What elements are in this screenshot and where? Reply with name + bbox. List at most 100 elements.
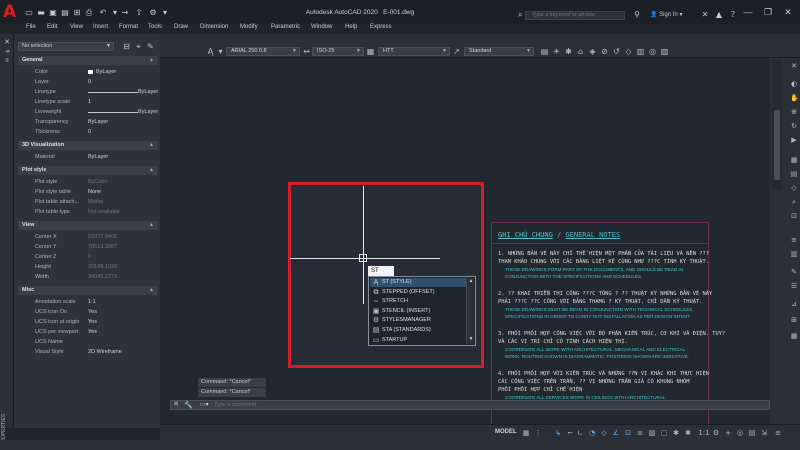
property-row[interactable]: Lineweight ByLayer <box>18 107 158 117</box>
command-input[interactable] <box>214 401 514 409</box>
close-window-icon[interactable]: ✕ <box>780 6 796 18</box>
layer-previous-icon[interactable]: ↺ <box>612 47 621 56</box>
table-icon[interactable]: ▦ <box>790 332 798 340</box>
lightbulb-icon[interactable]: ☀ <box>552 47 561 56</box>
share-icon[interactable]: ⇧ <box>134 9 144 17</box>
layer-off-icon[interactable]: ◎ <box>648 47 657 56</box>
property-row[interactable]: Center Z 0 <box>18 252 158 262</box>
properties-icon[interactable]: ☰ <box>790 282 798 290</box>
viewcube-icon[interactable]: ◇ <box>790 184 798 192</box>
autocomplete-scrollbar[interactable]: ▲ ▼ <box>466 278 474 344</box>
text-style-icon[interactable]: Ą <box>206 47 215 56</box>
collapse-icon[interactable]: ▲ <box>149 166 154 175</box>
annotate-icon[interactable]: ✎ <box>790 268 798 276</box>
menu-modify[interactable]: Modify <box>240 24 258 30</box>
autocad-logo-icon[interactable]: A <box>3 2 21 22</box>
dynamic-input-icon[interactable]: ⌐ <box>566 429 574 437</box>
customize-menu-icon[interactable]: ≡ <box>774 429 782 437</box>
property-row[interactable]: Material ByLayer <box>18 152 158 162</box>
property-row[interactable]: Center X 50077.9405 <box>18 232 158 242</box>
autocomplete-item[interactable]: ⧉ STEPPED (OFFSET) <box>370 288 466 297</box>
mleader-style-icon[interactable]: ↗ <box>452 47 461 56</box>
section-header-view[interactable]: View ▲ <box>18 221 158 230</box>
property-row[interactable]: Thickness 0 <box>18 127 158 137</box>
autocomplete-item[interactable]: ▭ STARTUP <box>370 336 466 345</box>
view-list-icon[interactable]: ≡ <box>790 236 798 244</box>
layer-state-icon[interactable]: ▥ <box>636 47 645 56</box>
layer-match-icon[interactable]: ⊘ <box>600 47 609 56</box>
menu-help[interactable]: Help <box>345 24 357 30</box>
layer-lock-icon[interactable]: ⌂ <box>576 47 585 56</box>
close-palette-icon[interactable]: ✕ <box>2 38 12 46</box>
dim-style-select[interactable]: ISO-25 ▼ <box>312 47 364 56</box>
menu-window[interactable]: Window <box>311 24 332 30</box>
autocomplete-item[interactable]: ⇔ STRETCH <box>370 297 466 306</box>
property-row[interactable]: Plot table type Not available <box>18 207 158 217</box>
maximize-icon[interactable]: ❐ <box>760 6 776 18</box>
property-row[interactable]: Color ByLayer <box>18 67 158 77</box>
mleader-style-select[interactable]: Standard ▼ <box>464 47 534 56</box>
collapse-icon[interactable]: ▲ <box>149 221 154 230</box>
menu-edit[interactable]: Edit <box>47 24 57 30</box>
help-icon[interactable]: ? <box>728 11 738 19</box>
sign-in-link[interactable]: 👤 Sign In ▾ <box>650 11 683 18</box>
menu-draw[interactable]: Draw <box>174 24 188 30</box>
layer-unisolate-icon[interactable]: ▧ <box>660 47 669 56</box>
polar-tracking-icon[interactable]: ◔ <box>588 429 596 437</box>
steering-wheel-icon[interactable]: ◐ <box>790 80 798 88</box>
a360-icon[interactable]: ▲ <box>714 11 724 19</box>
search-input[interactable] <box>532 12 620 19</box>
redo-icon[interactable]: → <box>120 9 130 17</box>
layer-isolate-icon[interactable]: ◈ <box>588 47 597 56</box>
property-row[interactable]: Transparency ByLayer <box>18 117 158 127</box>
property-row[interactable]: Plot table attach... Model <box>18 197 158 207</box>
layer-freeze-icon[interactable]: ✱ <box>564 47 573 56</box>
menu-file[interactable]: File <box>26 24 36 30</box>
zoom-icon[interactable]: ⌕ <box>790 198 798 206</box>
infer-constraints-icon[interactable]: ↳ <box>554 429 562 437</box>
property-row[interactable]: Center Y 70513.3087 <box>18 242 158 252</box>
model-space-toggle[interactable]: MODEL <box>495 429 517 435</box>
lineweight-icon[interactable]: ≡ <box>636 429 644 437</box>
layout-icon[interactable]: ▤ <box>790 170 798 178</box>
grid-display-icon[interactable]: ▦ <box>522 429 530 437</box>
scroll-down-icon[interactable]: ▼ <box>467 336 475 342</box>
menu-tools[interactable]: Tools <box>148 24 162 30</box>
dim-style-icon[interactable]: ↔ <box>302 47 311 56</box>
menu-format[interactable]: Format <box>119 24 138 30</box>
close-navbar-icon[interactable]: ✕ <box>790 62 798 70</box>
zoom-window-icon[interactable]: ⊡ <box>790 212 798 220</box>
search-box[interactable] <box>525 11 625 20</box>
autocomplete-item[interactable]: ▣ STENCIL (INSERT) <box>370 307 466 316</box>
units-icon[interactable]: ◎ <box>736 429 744 437</box>
layer-walk-icon[interactable]: ◇ <box>624 47 633 56</box>
section-header-plot-style[interactable]: Plot style ▲ <box>18 166 158 175</box>
property-row[interactable]: Plot style ByColor <box>18 177 158 187</box>
text-style-select[interactable]: ARIAL 250 0.8 ▼ <box>226 47 300 56</box>
property-row[interactable]: Linetype ByLayer <box>18 87 158 97</box>
orbit-icon[interactable]: ↻ <box>790 122 798 130</box>
property-row[interactable]: Annotation scale 1:1 <box>18 297 158 307</box>
binoculars-icon[interactable]: ⚲ <box>632 11 642 19</box>
table-style-icon[interactable]: ▦ <box>366 47 375 56</box>
quick-calc-icon[interactable]: ⊞ <box>790 316 798 324</box>
clean-screen-icon[interactable]: ⇲ <box>760 429 768 437</box>
open-folder-icon[interactable]: ▬ <box>36 9 46 17</box>
scroll-up-icon[interactable]: ▲ <box>467 278 475 284</box>
property-row[interactable]: Plot style table None <box>18 187 158 197</box>
customize-icon[interactable]: 🔧 <box>184 401 193 409</box>
quick-properties-icon[interactable]: ▤ <box>748 429 756 437</box>
web-mobile-icon[interactable]: ⊞ <box>72 9 82 17</box>
measure-icon[interactable]: ⊿ <box>790 300 798 308</box>
menu-dimension[interactable]: Dimension <box>200 24 228 30</box>
print-icon[interactable]: ⎙ <box>84 9 94 17</box>
select-objects-icon[interactable]: ⌖ <box>134 42 143 51</box>
autocomplete-item[interactable]: ⚙ STYLESMANAGER <box>370 316 466 325</box>
menu-express[interactable]: Express <box>370 24 392 30</box>
property-row[interactable]: UCS per viewport Yes <box>18 327 158 337</box>
property-row[interactable]: Layer 0 <box>18 77 158 87</box>
menu-view[interactable]: View <box>70 24 83 30</box>
toggle-pickadd-icon[interactable]: ⊟ <box>122 42 131 51</box>
object-snap-icon[interactable]: ⊡ <box>624 429 632 437</box>
workspace-icon[interactable]: ⚙ <box>148 9 158 17</box>
